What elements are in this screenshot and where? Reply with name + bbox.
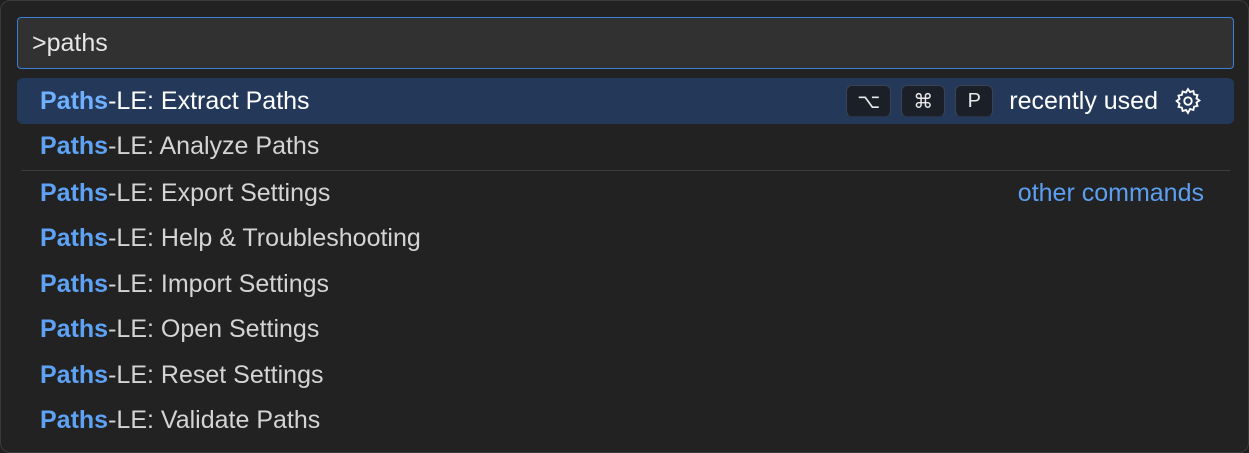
list-item-open-settings[interactable]: Paths-LE: Open Settings xyxy=(17,307,1234,353)
item-text: -LE: Extract Paths xyxy=(108,86,310,115)
item-match: Paths xyxy=(40,86,109,115)
group-label-other-commands: other commands xyxy=(1017,178,1204,207)
item-match: Paths xyxy=(40,360,109,389)
item-label: Paths-LE: Reset Settings xyxy=(40,361,1204,390)
item-label: Paths-LE: Analyze Paths xyxy=(40,132,1204,161)
item-text: -LE: Analyze Paths xyxy=(108,132,320,161)
item-meta: ⌥ ⌘ P recently used xyxy=(846,85,1204,117)
item-label: Paths-LE: Import Settings xyxy=(40,270,1204,299)
list-item-analyze-paths[interactable]: Paths-LE: Analyze Paths xyxy=(17,124,1234,170)
list-item-help-troubleshooting[interactable]: Paths-LE: Help & Troubleshooting xyxy=(17,216,1234,262)
keybinding-option-key: ⌥ xyxy=(846,85,892,117)
item-text: -LE: Export Settings xyxy=(108,178,331,207)
recently-used-label: recently used xyxy=(1009,86,1158,115)
item-label: Paths-LE: Validate Paths xyxy=(40,406,1204,435)
list-item-import-settings[interactable]: Paths-LE: Import Settings xyxy=(17,262,1234,308)
item-text: -LE: Help & Troubleshooting xyxy=(108,224,421,253)
item-text: -LE: Validate Paths xyxy=(108,406,321,435)
gear-icon[interactable] xyxy=(1172,85,1204,117)
item-label: Paths-LE: Extract Paths xyxy=(40,87,846,116)
item-match: Paths xyxy=(40,224,109,253)
list-item-extract-paths[interactable]: Paths-LE: Extract Paths ⌥ ⌘ P recently u… xyxy=(17,78,1234,124)
item-match: Paths xyxy=(40,178,109,207)
list-item-validate-paths[interactable]: Paths-LE: Validate Paths xyxy=(17,398,1234,444)
item-text: -LE: Reset Settings xyxy=(108,360,324,389)
item-text: -LE: Open Settings xyxy=(108,315,320,344)
item-match: Paths xyxy=(40,315,109,344)
item-label: Paths-LE: Help & Troubleshooting xyxy=(40,224,1204,253)
search-box[interactable] xyxy=(17,17,1234,69)
keybinding-command-key: ⌘ xyxy=(901,85,946,117)
list-item-export-settings[interactable]: Paths-LE: Export Settings other commands xyxy=(17,171,1234,217)
item-match: Paths xyxy=(40,269,109,298)
item-text: -LE: Import Settings xyxy=(108,269,330,298)
item-match: Paths xyxy=(40,406,109,435)
keybinding-p-key: P xyxy=(955,85,994,117)
item-match: Paths xyxy=(40,132,109,161)
list-item-reset-settings[interactable]: Paths-LE: Reset Settings xyxy=(17,353,1234,399)
item-label: Paths-LE: Export Settings xyxy=(40,179,1018,208)
search-input[interactable] xyxy=(32,28,1233,58)
command-list: Paths-LE: Extract Paths ⌥ ⌘ P recently u… xyxy=(17,78,1234,444)
item-label: Paths-LE: Open Settings xyxy=(40,315,1204,344)
command-palette: Paths-LE: Extract Paths ⌥ ⌘ P recently u… xyxy=(0,0,1249,453)
